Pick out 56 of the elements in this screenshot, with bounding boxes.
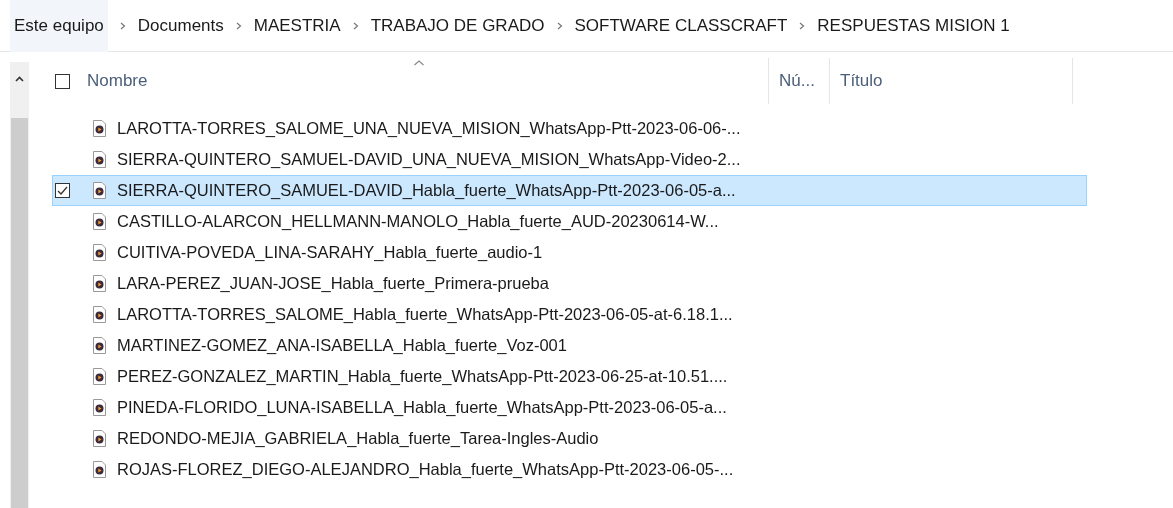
column-header[interactable]: Nombre [70,58,769,104]
file-name: LAROTTA-TORRES_SALOME_UNA_NUEVA_MISION_WhatsApp-Ptt-2023-06-06-... [117,118,741,140]
audio-file-icon [93,337,106,354]
audio-file-icon [93,399,106,416]
file-row[interactable]: LARA-PEREZ_JUAN-JOSE_Habla_fuerte_Primera-prueba [52,268,1087,299]
file-row[interactable]: SIERRA-QUINTERO_SAMUEL-DAVID_Habla_fuerte_WhatsApp-Ptt-2023-06-05-a... [52,175,1087,206]
audio-file-icon [93,120,106,137]
file-name: SIERRA-QUINTERO_SAMUEL-DAVID_UNA_NUEVA_MISION_WhatsApp-Video-2... [117,149,741,171]
audio-file-icon [93,151,106,168]
file-name: ROJAS-FLOREZ_DIEGO-ALEJANDRO_Habla_fuerte_WhatsApp-Ptt-2023-06-05-... [117,459,734,481]
breadcrumb-item[interactable]: Documents [137,12,224,39]
file-name: LARA-PEREZ_JUAN-JOSE_Habla_fuerte_Primera-prueba [117,273,549,295]
chevron-right-icon [119,21,126,30]
chevron-right-icon [799,21,806,30]
chevron-right-icon [556,21,563,30]
file-row[interactable]: LAROTTA-TORRES_SALOME_UNA_NUEVA_MISION_WhatsApp-Ptt-2023-06-06-... [52,113,1087,144]
file-row[interactable]: MARTINEZ-GOMEZ_ANA-ISABELLA_Habla_fuerte_Voz-001 [52,330,1087,361]
audio-file-icon [93,430,106,447]
breadcrumb-item[interactable]: SOFTWARE CLASSCRAFT [574,12,788,39]
scrollbar[interactable] [10,62,29,508]
column-header[interactable]: Título [830,58,1073,104]
file-name: CASTILLO-ALARCON_HELLMANN-MANOLO_Habla_fuerte_AUD-20230614-W... [117,211,719,233]
file-name: LAROTTA-TORRES_SALOME_Habla_fuerte_WhatsApp-Ptt-2023-06-05-at-6.18.1... [117,304,733,326]
file-row[interactable]: LAROTTA-TORRES_SALOME_Habla_fuerte_WhatsApp-Ptt-2023-06-05-at-6.18.1... [52,299,1087,330]
audio-file-icon [93,244,106,261]
audio-file-icon [93,275,106,292]
file-row[interactable]: CUITIVA-POVEDA_LINA-SARAHY_Habla_fuerte_audio-1 [52,237,1087,268]
file-name: SIERRA-QUINTERO_SAMUEL-DAVID_Habla_fuerte_WhatsApp-Ptt-2023-06-05-a... [117,180,736,202]
scrollbar-thumb[interactable] [11,118,28,508]
chevron-right-icon [235,21,242,30]
file-row[interactable]: ROJAS-FLOREZ_DIEGO-ALEJANDRO_Habla_fuerte_WhatsApp-Ptt-2023-06-05-... [52,454,1087,485]
breadcrumb-item[interactable]: TRABAJO DE GRADO [370,12,545,39]
file-row[interactable]: REDONDO-MEJIA_GABRIELA_Habla_fuerte_Tarea-Ingles-Audio [52,423,1087,454]
file-row[interactable]: PEREZ-GONZALEZ_MARTIN_Habla_fuerte_WhatsApp-Ptt-2023-06-25-at-10.51.... [52,361,1087,392]
chevron-right-icon [352,21,359,30]
audio-file-icon [93,461,106,478]
file-row[interactable]: PINEDA-FLORIDO_LUNA-ISABELLA_Habla_fuerte_WhatsApp-Ptt-2023-06-05-a... [52,392,1087,423]
breadcrumb-item[interactable]: RESPUESTAS MISION 1 [817,12,1010,39]
file-name: PEREZ-GONZALEZ_MARTIN_Habla_fuerte_WhatsApp-Ptt-2023-06-25-at-10.51.... [117,366,728,388]
select-all-checkbox[interactable] [55,73,70,89]
scroll-up-icon[interactable] [15,76,24,82]
column-header[interactable]: Nú... [769,58,830,104]
file-name: CUITIVA-POVEDA_LINA-SARAHY_Habla_fuerte_audio-1 [117,242,543,264]
audio-file-icon [93,213,106,230]
audio-file-icon [93,182,106,199]
row-checkbox[interactable] [55,183,70,198]
audio-file-icon [93,306,106,323]
file-name: REDONDO-MEJIA_GABRIELA_Habla_fuerte_Tarea-Ingles-Audio [117,428,599,450]
breadcrumb-item[interactable]: MAESTRIA [253,12,341,39]
sort-ascending-icon [413,60,425,66]
breadcrumb-item[interactable]: Este equipo [10,0,108,53]
file-name: PINEDA-FLORIDO_LUNA-ISABELLA_Habla_fuerte_WhatsApp-Ptt-2023-06-05-a... [117,397,727,419]
file-name: MARTINEZ-GOMEZ_ANA-ISABELLA_Habla_fuerte_Voz-001 [117,335,567,357]
audio-file-icon [93,368,106,385]
file-row[interactable]: SIERRA-QUINTERO_SAMUEL-DAVID_UNA_NUEVA_MISION_WhatsApp-Video-2... [52,144,1087,175]
file-row[interactable]: CASTILLO-ALARCON_HELLMANN-MANOLO_Habla_fuerte_AUD-20230614-W... [52,206,1087,237]
